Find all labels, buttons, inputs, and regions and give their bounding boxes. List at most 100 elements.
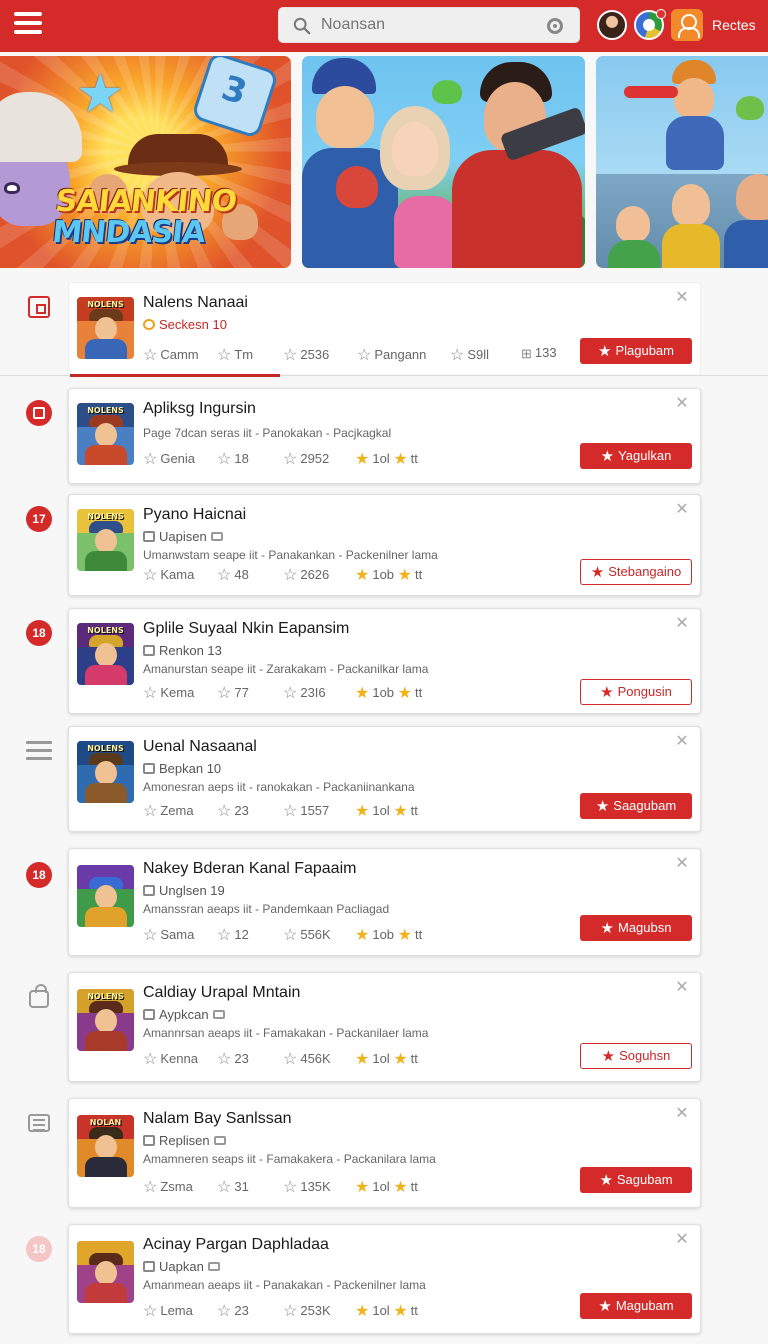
install-button[interactable]: ★ Stebangaino [580,559,692,585]
close-icon[interactable]: ✕ [674,290,690,306]
star-icon: ★ [590,564,605,581]
app-thumbnail[interactable]: NOLENS [77,741,134,803]
banner-1[interactable]: ★ 3 SAIANKINO MNDASIA [0,56,291,268]
install-button[interactable]: ★ Soguhsn [580,1043,692,1069]
age-badge[interactable]: 17 [26,506,52,532]
app-thumbnail[interactable]: NOLENS [77,403,134,465]
search-bar[interactable] [278,7,580,43]
close-icon[interactable]: ✕ [674,1232,690,1248]
menu-icon[interactable] [26,738,52,764]
app-thumbnail[interactable]: NOLENS [77,297,134,359]
age-badge[interactable]: 18 [26,862,52,888]
top-bar: Rectes [0,0,768,52]
app-description: Amanmean aeaps iit - Panakakan - Packeni… [143,1278,426,1292]
rating-star-icon: ★ [355,685,370,702]
close-icon[interactable]: ✕ [674,980,690,996]
app-stats: ☆ Genia ☆ 18 ☆ 2952 ★ 1ol ★ tt [143,451,418,468]
bird [432,80,462,104]
age-badge[interactable]: 18 [26,1236,52,1262]
banner-2[interactable] [302,56,585,268]
app-description: Amannrsan aeaps iit - Famakakan - Packan… [143,1026,429,1040]
install-button[interactable]: ★ Saagubam [580,793,692,819]
banner-title: SAIANKINO MNDASIA [50,184,238,250]
install-button[interactable]: ★ Yagulkan [580,443,692,469]
install-button[interactable]: ★ Magubam [580,1293,692,1319]
app-thumbnail[interactable] [77,1241,134,1303]
close-icon[interactable]: ✕ [674,734,690,750]
app-subtitle: Unglsen 19 [143,883,225,898]
rating-star-icon: ★ [355,1179,370,1196]
app-thumbnail[interactable]: NOLENS [77,623,134,685]
star-outline-icon: ☆ [143,927,158,944]
header-label[interactable]: Rectes [712,17,756,33]
app-subtitle: Renkon 13 [143,643,222,658]
close-icon[interactable]: ✕ [674,502,690,518]
star-outline-icon: ☆ [143,567,158,584]
rating-star-icon: ★ [393,803,408,820]
install-button[interactable]: ★ Pongusin [580,679,692,705]
app-title[interactable]: Caldiay Urapal Mntain [143,984,300,1002]
avatar[interactable] [597,10,627,40]
close-icon[interactable]: ✕ [674,1106,690,1122]
profile-icon[interactable] [671,9,703,41]
install-button[interactable]: ★ Plagubam [580,338,692,364]
app-thumbnail[interactable]: NOLAN [77,1115,134,1177]
app-card[interactable]: NOLENS Caldiay Urapal Mntain Aypkcan Ama… [68,972,701,1082]
search-input[interactable] [321,8,531,42]
app-thumbnail[interactable]: NOLENS [77,509,134,571]
app-card[interactable]: NOLAN Nalam Bay Sanlssan Replisen Amamne… [68,1098,701,1208]
app-description: Page 7dcan seras iit - Panokakan - Pacjk… [143,426,392,440]
star-outline-icon: ☆ [217,451,232,468]
app-title[interactable]: Pyano Haicnai [143,506,246,524]
star-outline-icon: ☆ [283,1051,298,1068]
star-outline-icon: ☆ [143,1051,158,1068]
doc-icon[interactable] [28,1114,50,1132]
close-icon[interactable]: ✕ [674,616,690,632]
star-outline-icon: ☆ [283,451,298,468]
close-icon[interactable]: ✕ [674,856,690,872]
star-outline-icon: ☆ [283,347,298,364]
app-title[interactable]: Nalam Bay Sanlssan [143,1110,292,1128]
boy-face [316,86,374,148]
install-button[interactable]: ★ Magubsn [580,915,692,941]
app-card[interactable]: Nakey Bderan Kanal Fapaaim Unglsen 19 Am… [68,848,701,956]
kid-body [662,224,720,268]
star-icon: ★ [76,64,125,124]
kid-body [666,116,724,170]
banner-carousel[interactable]: ★ 3 SAIANKINO MNDASIA [0,56,768,270]
banner-3[interactable] [596,56,768,268]
app-card[interactable]: NOLENS Uenal Nasaanal Bepkan 10 Amonesra… [68,726,701,832]
star-outline-icon: ☆ [143,451,158,468]
app-title[interactable]: Uenal Nasaanal [143,738,257,756]
app-title[interactable]: Gplile Suyaal Nkin Eapansim [143,620,349,638]
blaster [624,86,678,98]
app-card[interactable]: NOLENS Gplile Suyaal Nkin Eapansim Renko… [68,608,701,714]
tag-icon [207,1262,220,1271]
app-card[interactable]: NOLENS Apliksg Ingursin Page 7dcan seras… [68,388,701,484]
app-title[interactable]: Apliksg Ingursin [143,400,256,418]
tag-icon [213,1136,226,1145]
star-outline-icon: ☆ [143,347,158,364]
square-icon[interactable] [28,296,50,318]
app-title[interactable]: Acinay Pargan Daphladaa [143,1236,329,1254]
star-icon: ★ [598,1298,612,1315]
app-card[interactable]: NOLENS Nalens Nanaai Seckesn 10 ✕ ☆ Camm … [68,282,701,374]
app-title[interactable]: Nakey Bderan Kanal Fapaaim [143,860,356,878]
app-title[interactable]: Nalens Nanaai [143,294,248,312]
app-stats: ☆ Zema ☆ 23 ☆ 1557 ★ 1ol ★ tt [143,803,418,820]
close-icon[interactable]: ✕ [674,396,690,412]
ring-icon[interactable] [26,400,52,426]
star-outline-icon: ☆ [217,347,232,364]
app-type-icon [143,531,155,542]
hamburger-icon[interactable] [14,12,42,36]
chrome-icon[interactable] [634,9,666,40]
kid-face [616,206,650,242]
app-card[interactable]: Acinay Pargan Daphladaa Uapkan Amanmean … [68,1224,701,1334]
app-thumbnail[interactable] [77,865,134,927]
mic-icon[interactable] [547,18,563,34]
lock-icon[interactable] [29,984,49,1008]
age-badge[interactable]: 18 [26,620,52,646]
app-card[interactable]: NOLENS Pyano Haicnai Uapisen Umanwstam s… [68,494,701,596]
install-button[interactable]: ★ Sagubam [580,1167,692,1193]
app-thumbnail[interactable]: NOLENS [77,989,134,1051]
